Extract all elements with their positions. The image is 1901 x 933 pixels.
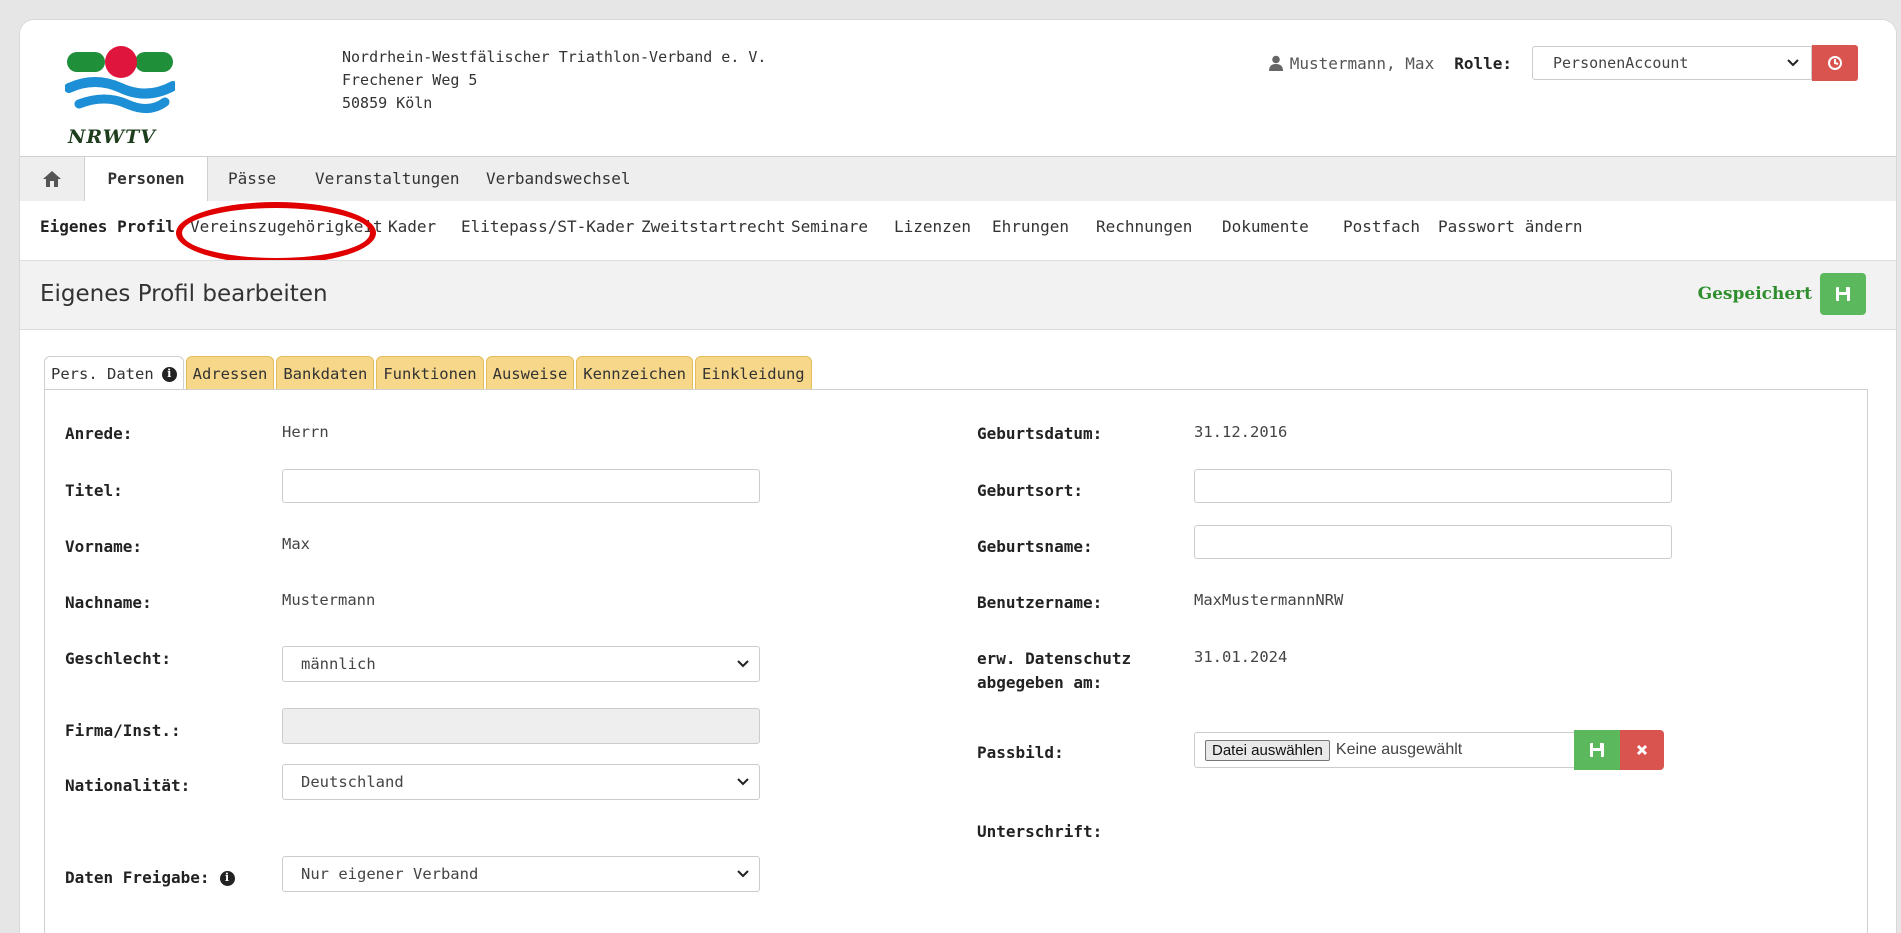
subnav-ehrungen[interactable]: Ehrungen bbox=[992, 201, 1069, 253]
user-icon bbox=[1268, 55, 1283, 71]
file-status: Keine ausgewählt bbox=[1335, 741, 1463, 758]
nachname-value: Mustermann bbox=[282, 591, 376, 609]
highlight-annotation bbox=[176, 202, 376, 264]
geburtsdatum-label: Geburtsdatum: bbox=[977, 424, 1103, 443]
chevron-down-icon bbox=[737, 870, 749, 878]
geschlecht-value: männlich bbox=[301, 655, 376, 673]
datenschutz-value: 31.01.2024 bbox=[1194, 648, 1288, 666]
datenschutz-label: erw. Datenschutz abgegeben am: bbox=[977, 647, 1131, 695]
org-address: Nordrhein-Westfälischer Triathlon-Verban… bbox=[342, 46, 766, 115]
role-label: Rolle: bbox=[1454, 53, 1512, 73]
anrede-label: Anrede: bbox=[65, 424, 133, 443]
subnav-kader[interactable]: Kader bbox=[388, 201, 436, 253]
subnav-dokumente[interactable]: Dokumente bbox=[1222, 201, 1309, 253]
saved-status: Gespeichert bbox=[1697, 284, 1812, 304]
nav-paesse[interactable]: Pässe bbox=[228, 157, 276, 201]
tab-ausweise[interactable]: Ausweise bbox=[485, 356, 575, 390]
firma-input bbox=[282, 708, 760, 744]
titel-label: Titel: bbox=[65, 481, 123, 500]
geburtsdatum-value: 31.12.2016 bbox=[1194, 423, 1288, 441]
org-street: Frechener Weg 5 bbox=[342, 71, 478, 89]
subnav-eigenes-profil[interactable]: Eigenes Profil bbox=[40, 201, 175, 253]
geschlecht-label: Geschlecht: bbox=[65, 649, 171, 668]
close-icon bbox=[1636, 744, 1648, 756]
logo-graphic bbox=[64, 46, 178, 113]
tab-funktionen[interactable]: Funktionen bbox=[376, 356, 484, 390]
subnav-seminare[interactable]: Seminare bbox=[791, 201, 868, 253]
power-icon bbox=[1828, 56, 1842, 70]
logo-text: NRWTV bbox=[68, 126, 156, 148]
passbild-file-input[interactable]: Datei auswählen Keine ausgewählt bbox=[1194, 732, 1594, 768]
nachname-label: Nachname: bbox=[65, 593, 152, 612]
info-icon: i bbox=[161, 366, 177, 382]
subnav-postfach[interactable]: Postfach bbox=[1343, 201, 1420, 253]
tab-kennzeichen[interactable]: Kennzeichen bbox=[576, 356, 693, 390]
subnav-zweitstartrecht[interactable]: Zweitstartrecht bbox=[641, 201, 786, 253]
benutzername-value: MaxMustermannNRW bbox=[1194, 591, 1344, 609]
nav-home[interactable] bbox=[20, 157, 84, 201]
geburtsort-input[interactable] bbox=[1194, 469, 1672, 503]
nationalitaet-value: Deutschland bbox=[301, 773, 404, 791]
main-nav: Personen Pässe Veranstaltungen Verbandsw… bbox=[20, 156, 1896, 202]
geburtsname-label: Geburtsname: bbox=[977, 537, 1093, 556]
org-name: Nordrhein-Westfälischer Triathlon-Verban… bbox=[342, 48, 767, 66]
role-select[interactable]: PersonenAccount bbox=[1532, 46, 1812, 80]
tab-einkleidung[interactable]: Einkleidung bbox=[694, 356, 812, 390]
header: NRWTV Nordrhein-Westfälischer Triathlon-… bbox=[20, 20, 1896, 156]
app-window: NRWTV Nordrhein-Westfälischer Triathlon-… bbox=[20, 20, 1896, 933]
floppy-icon bbox=[1836, 287, 1850, 301]
passbild-save-button[interactable] bbox=[1574, 730, 1620, 770]
nav-verbandswechsel[interactable]: Verbandswechsel bbox=[486, 157, 631, 201]
user-menu[interactable]: Mustermann, Max bbox=[1268, 53, 1435, 73]
vorname-value: Max bbox=[282, 535, 310, 553]
nav-personen[interactable]: Personen bbox=[84, 157, 208, 202]
logout-button[interactable] bbox=[1812, 45, 1858, 81]
user-name: Mustermann, Max bbox=[1289, 53, 1435, 73]
nationalitaet-label: Nationalität: bbox=[65, 776, 191, 795]
benutzername-label: Benutzername: bbox=[977, 593, 1103, 612]
page-title: Eigenes Profil bearbeiten bbox=[40, 281, 328, 307]
home-icon bbox=[43, 171, 61, 187]
chevron-down-icon bbox=[737, 660, 749, 668]
vorname-label: Vorname: bbox=[65, 537, 143, 556]
passbild-label: Passbild: bbox=[977, 743, 1064, 762]
anrede-value: Herrn bbox=[282, 423, 329, 441]
file-choose-button[interactable]: Datei auswählen bbox=[1205, 739, 1330, 761]
tab-pers-daten[interactable]: Pers. Daten i bbox=[44, 356, 184, 391]
info-icon[interactable]: i bbox=[219, 870, 235, 886]
tab-bankdaten[interactable]: Bankdaten bbox=[276, 356, 375, 390]
freigabe-label-row: Daten Freigabe: i bbox=[65, 866, 235, 890]
nav-veranstaltungen[interactable]: Veranstaltungen bbox=[315, 157, 460, 201]
title-bar: Eigenes Profil bearbeiten Gespeichert bbox=[20, 260, 1896, 330]
unterschrift-label: Unterschrift: bbox=[977, 822, 1103, 841]
geburtsort-label: Geburtsort: bbox=[977, 481, 1083, 500]
subnav-passwort-aendern[interactable]: Passwort ändern bbox=[1438, 201, 1583, 253]
geburtsname-input[interactable] bbox=[1194, 525, 1672, 559]
tab-pers-daten-label: Pers. Daten bbox=[51, 365, 154, 383]
save-area: Gespeichert bbox=[1698, 273, 1866, 315]
geschlecht-select[interactable]: männlich bbox=[282, 646, 760, 682]
passbild-delete-button[interactable] bbox=[1620, 730, 1664, 770]
chevron-down-icon bbox=[737, 778, 749, 786]
floppy-icon bbox=[1590, 743, 1604, 757]
subnav-elitepass[interactable]: Elitepass/ST-Kader bbox=[461, 201, 634, 253]
profile-tabs: Pers. Daten i Adressen Bankdaten Funktio… bbox=[44, 356, 814, 391]
nationalitaet-select[interactable]: Deutschland bbox=[282, 764, 760, 800]
nrwtv-logo[interactable]: NRWTV bbox=[64, 42, 178, 148]
datenschutz-label-line1: erw. Datenschutz bbox=[977, 649, 1132, 668]
freigabe-select[interactable]: Nur eigener Verband bbox=[282, 856, 760, 892]
user-area: Mustermann, Max Rolle: PersonenAccount bbox=[1268, 45, 1858, 81]
freigabe-label: Daten Freigabe: bbox=[65, 868, 210, 887]
tab-adressen[interactable]: Adressen bbox=[185, 356, 275, 390]
org-city: 50859 Köln bbox=[342, 94, 433, 112]
firma-label: Firma/Inst.: bbox=[65, 721, 181, 740]
subnav-lizenzen[interactable]: Lizenzen bbox=[894, 201, 971, 253]
chevron-down-icon bbox=[1787, 59, 1799, 67]
freigabe-value: Nur eigener Verband bbox=[301, 865, 479, 883]
save-button[interactable] bbox=[1820, 273, 1866, 315]
datenschutz-label-line2: abgegeben am: bbox=[977, 673, 1103, 692]
subnav-rechnungen[interactable]: Rechnungen bbox=[1096, 201, 1192, 253]
titel-input[interactable] bbox=[282, 469, 760, 503]
role-value: PersonenAccount bbox=[1553, 54, 1689, 72]
